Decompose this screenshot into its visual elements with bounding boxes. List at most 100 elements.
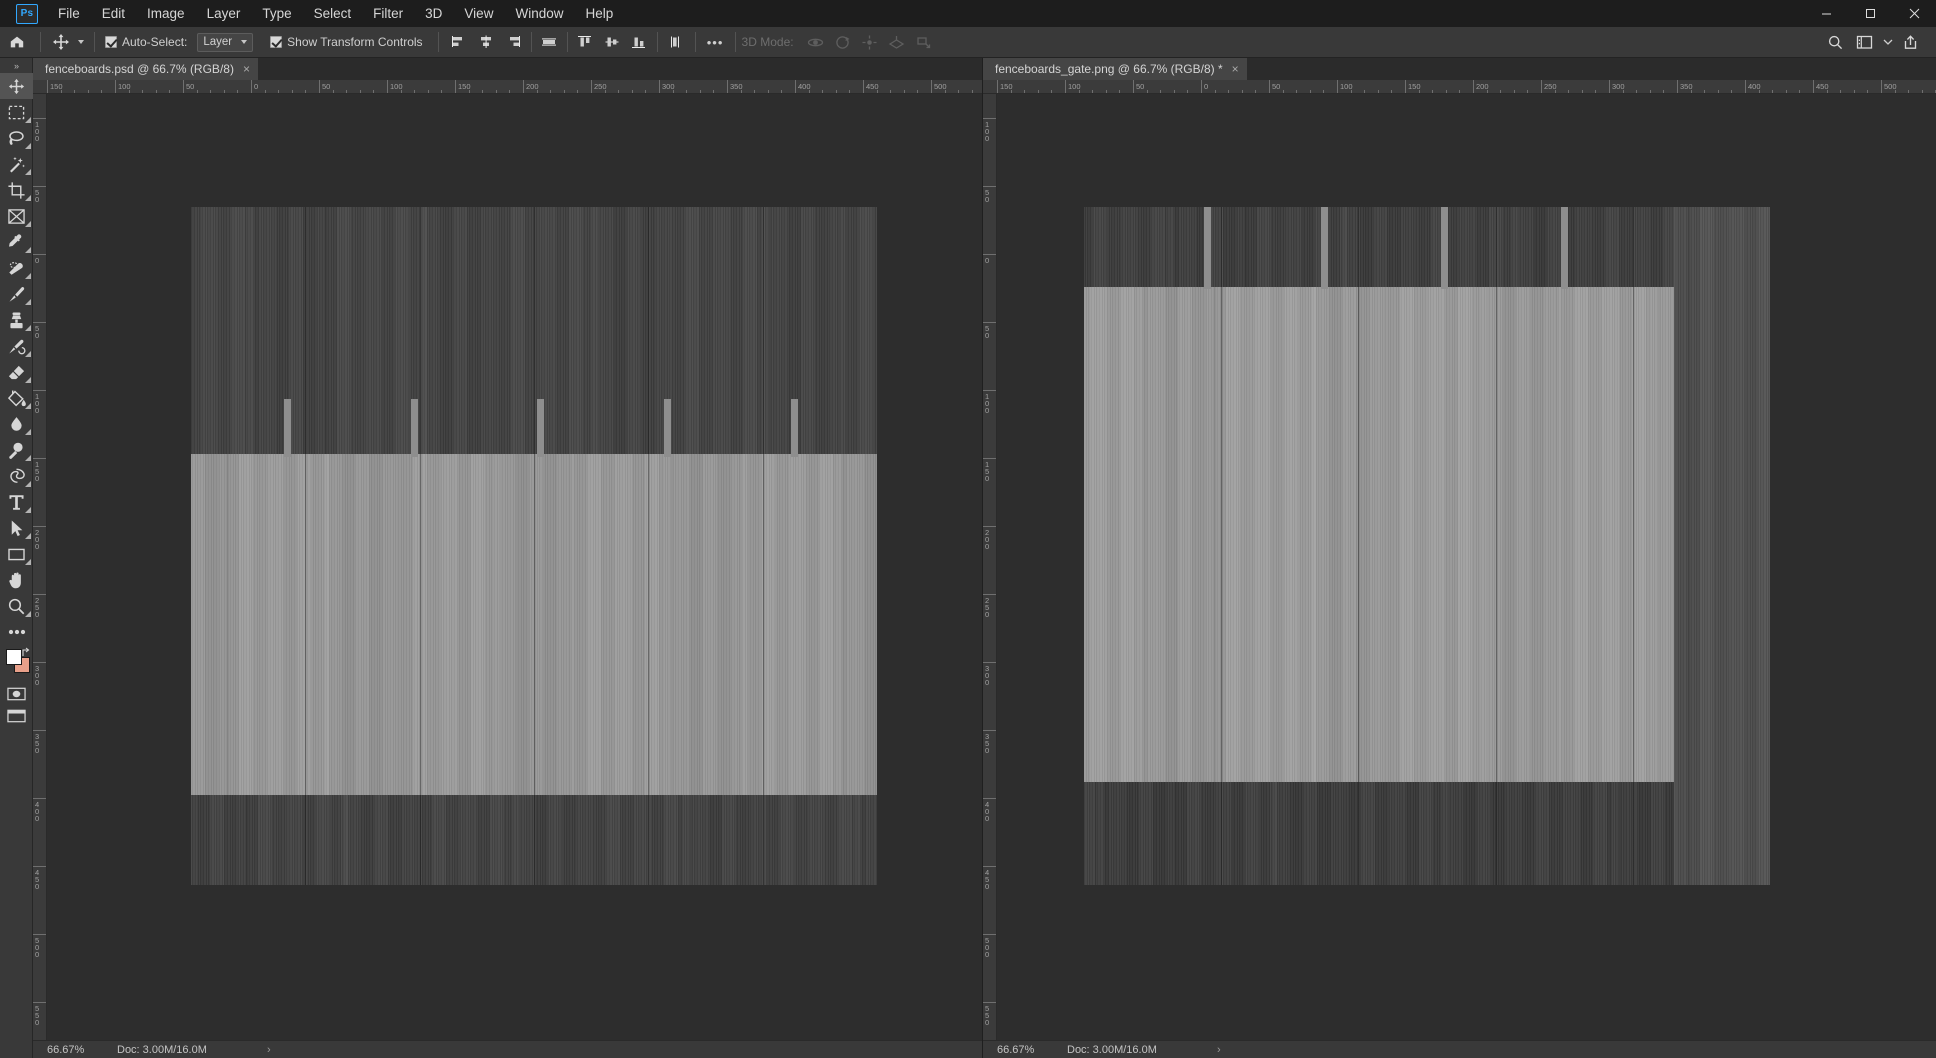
align-right-edges-button[interactable] (500, 31, 527, 54)
tool-edit-toolbar[interactable] (0, 619, 33, 645)
menu-item-select[interactable]: Select (303, 1, 363, 26)
ruler-minor-tick (1446, 90, 1447, 93)
search-button[interactable] (1822, 31, 1849, 54)
home-button[interactable] (0, 34, 33, 50)
tool-spot-healing-brush[interactable] (0, 255, 33, 281)
quick-mask-button[interactable] (0, 683, 33, 705)
ruler-tick (997, 80, 998, 94)
plank-divider (420, 207, 422, 885)
ruler-minor-tick (741, 90, 742, 93)
menu-item-filter[interactable]: Filter (362, 1, 414, 26)
document-tab-title: fenceboards.psd @ 66.7% (RGB/8) (45, 62, 234, 76)
menu-item-image[interactable]: Image (136, 1, 196, 26)
tool-magic-wand[interactable] (0, 151, 33, 177)
show-transform-controls-checkbox[interactable]: Show Transform Controls (267, 27, 425, 58)
tool-move[interactable] (0, 73, 33, 99)
ruler-minor-tick (428, 90, 429, 93)
menu-item-edit[interactable]: Edit (91, 1, 136, 26)
menu-item-file[interactable]: File (47, 1, 91, 26)
tool-paint-bucket[interactable] (0, 385, 33, 411)
canvas-fenceboards[interactable] (47, 94, 982, 1040)
minimize-button[interactable] (1804, 0, 1848, 27)
menu-item-3d[interactable]: 3D (414, 1, 453, 26)
ruler-minor-tick (1772, 90, 1773, 93)
tool-dodge[interactable] (0, 437, 33, 463)
workspace-switcher-button[interactable] (1851, 31, 1878, 54)
ruler-minor-tick (129, 90, 130, 93)
documents-workspace: fenceboards.psd @ 66.7% (RGB/8) × 150 100… (33, 58, 1936, 1058)
rectangular-marquee-tool-icon (7, 104, 26, 121)
workspace-caret-button[interactable] (1880, 31, 1895, 54)
vertical-ruler-1[interactable]: 1005005010015020025030035040045050055060… (33, 94, 47, 1040)
tool-lasso[interactable] (0, 125, 33, 151)
tool-pen[interactable] (0, 463, 33, 489)
tool-brush[interactable] (0, 281, 33, 307)
tool-rectangle[interactable] (0, 541, 33, 567)
auto-select-checkbox[interactable]: Auto-Select: (102, 27, 190, 58)
document-tab-fenceboards[interactable]: fenceboards.psd @ 66.7% (RGB/8) × (33, 58, 259, 80)
fence-gate-artwork[interactable] (1084, 207, 1770, 885)
tool-preset-caret[interactable] (78, 40, 84, 44)
foreground-color-swatch[interactable] (6, 649, 22, 665)
fence-boards-artwork[interactable] (191, 207, 877, 885)
orbit-3d-icon (807, 34, 824, 51)
close-icon[interactable]: × (243, 63, 250, 75)
distribute-button[interactable] (662, 31, 689, 54)
horizontal-ruler-1[interactable]: 1501005005010015020025030035040045050055… (33, 80, 982, 94)
tool-crop[interactable] (0, 177, 33, 203)
more-align-options-button[interactable]: ••• (702, 31, 729, 54)
menu-item-layer[interactable]: Layer (196, 1, 252, 26)
share-button[interactable] (1897, 31, 1924, 54)
align-horizontal-centers-button[interactable] (473, 31, 500, 54)
horizontal-ruler-2[interactable]: 1501005005010015020025030035040045050055… (983, 80, 1936, 94)
ruler-tick-label: 150 (35, 461, 43, 482)
tool-rectangular-marquee[interactable] (0, 99, 33, 125)
tool-hand[interactable] (0, 567, 33, 593)
status-expand-icon[interactable]: › (1217, 1044, 1221, 1056)
tool-history-brush[interactable] (0, 333, 33, 359)
current-tool-button[interactable] (48, 27, 87, 58)
ruler-tick (1405, 80, 1406, 94)
tool-blur[interactable] (0, 411, 33, 437)
document-tab-fenceboards-gate[interactable]: fenceboards_gate.png @ 66.7% (RGB/8) * × (983, 58, 1248, 80)
tool-path-selection[interactable] (0, 515, 33, 541)
canvas-fenceboards-gate[interactable] (997, 94, 1936, 1040)
align-bottom-edges-button[interactable] (626, 31, 653, 54)
vertical-ruler-2[interactable]: 1005005010015020025030035040045050055060… (983, 94, 997, 1040)
status-bar-2: 66.67% Doc: 3.00M/16.0M › (983, 1040, 1936, 1058)
menu-item-window[interactable]: Window (504, 1, 574, 26)
ruler-minor-tick (210, 90, 211, 93)
fence-post-2 (411, 399, 418, 457)
menu-item-help[interactable]: Help (574, 1, 624, 26)
ruler-tick-label: 550 (985, 1005, 993, 1026)
menu-item-type[interactable]: Type (251, 1, 302, 26)
brush-tool-icon (7, 285, 26, 304)
screen-mode-button[interactable] (0, 705, 33, 727)
tool-zoom[interactable] (0, 593, 33, 619)
status-expand-icon[interactable]: › (267, 1044, 271, 1056)
spot-healing-brush-tool-icon (7, 259, 26, 278)
menu-item-view[interactable]: View (453, 1, 504, 26)
ruler-minor-tick (836, 90, 837, 93)
auto-select-scope-dropdown[interactable]: Layer (197, 33, 253, 52)
align-vertical-centers-button[interactable] (599, 31, 626, 54)
align-top-edges-button[interactable] (572, 31, 599, 54)
close-button[interactable] (1892, 0, 1936, 27)
artwork-bottom-band (1084, 782, 1770, 885)
tool-type[interactable] (0, 489, 33, 515)
toolbar-collapse-button[interactable]: » (0, 58, 32, 73)
fence-post-1 (284, 399, 291, 457)
align-middle-button[interactable] (536, 31, 563, 54)
maximize-button[interactable] (1848, 0, 1892, 27)
color-swatches[interactable] (0, 647, 33, 683)
tool-clone-stamp[interactable] (0, 307, 33, 333)
close-icon[interactable]: × (1232, 63, 1239, 75)
tool-eraser[interactable] (0, 359, 33, 385)
tool-eyedropper[interactable] (0, 229, 33, 255)
zoom-level[interactable]: 66.67% (47, 1044, 117, 1056)
tool-frame[interactable] (0, 203, 33, 229)
align-left-edges-button[interactable] (446, 31, 473, 54)
swap-colors-icon[interactable] (21, 647, 32, 658)
zoom-level[interactable]: 66.67% (997, 1044, 1067, 1056)
ruler-minor-tick (169, 90, 170, 93)
